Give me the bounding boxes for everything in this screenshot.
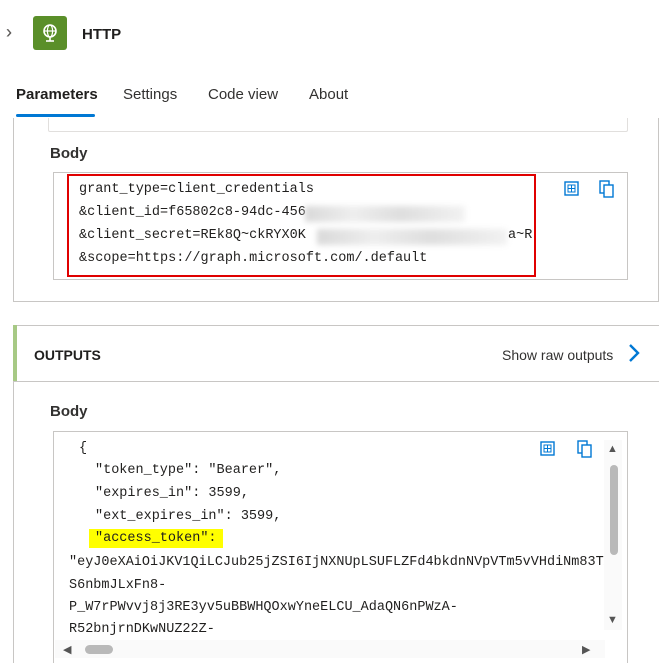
scroll-right-icon[interactable]: ▶	[582, 643, 590, 656]
show-raw-outputs-link[interactable]: Show raw outputs	[502, 347, 613, 363]
active-tab-indicator	[16, 114, 95, 117]
outputs-divider	[13, 381, 659, 382]
horizontal-scroll-thumb[interactable]	[85, 645, 113, 654]
json-access-token-key: "access_token":	[89, 529, 223, 548]
expand-icon[interactable]	[564, 181, 579, 200]
json-access-token-value-2: S6nbmJLxFn8-	[69, 578, 167, 593]
scroll-down-icon[interactable]: ▼	[607, 614, 618, 626]
action-title: HTTP	[82, 26, 122, 43]
annotation-highlight-box	[67, 174, 536, 277]
horizontal-scrollbar[interactable]	[55, 640, 605, 658]
scroll-left-icon[interactable]: ◀	[63, 643, 71, 656]
outputs-body-label: Body	[50, 403, 88, 420]
json-expires-in: "expires_in": 3599,	[95, 486, 249, 501]
http-action-icon	[33, 16, 67, 50]
tab-about[interactable]: About	[309, 86, 348, 103]
chevron-right-icon[interactable]	[627, 342, 641, 370]
json-ext-expires-in: "ext_expires_in": 3599,	[95, 509, 282, 524]
json-open-brace: {	[79, 441, 88, 456]
outputs-title: OUTPUTS	[34, 347, 101, 363]
copy-icon[interactable]	[577, 440, 593, 462]
expand-icon[interactable]	[540, 441, 555, 460]
tab-code-view[interactable]: Code view	[208, 86, 278, 103]
globe-icon	[43, 24, 57, 42]
tab-settings[interactable]: Settings	[123, 86, 177, 103]
json-access-token-value-1: "eyJ0eXAiOiJKV1QiLCJub25jZSI6IjNXNUpLSUF…	[69, 555, 604, 570]
json-access-token-value-4: R52bnjrnDKwNUZ22Z-	[69, 622, 215, 637]
json-access-token-value-3: P_W7rPWvvj8j3RE3yv5uBBWHQOxwYneELCU_AdaQ…	[69, 600, 458, 615]
outputs-accent-bar	[13, 325, 17, 381]
scroll-up-icon[interactable]: ▲	[607, 443, 618, 455]
body-label: Body	[50, 145, 88, 162]
tab-parameters[interactable]: Parameters	[16, 86, 98, 103]
copy-icon[interactable]	[599, 180, 615, 202]
json-token-type: "token_type": "Bearer",	[95, 463, 282, 478]
vertical-scroll-thumb[interactable]	[610, 465, 618, 555]
previous-field-bottom	[48, 118, 628, 132]
